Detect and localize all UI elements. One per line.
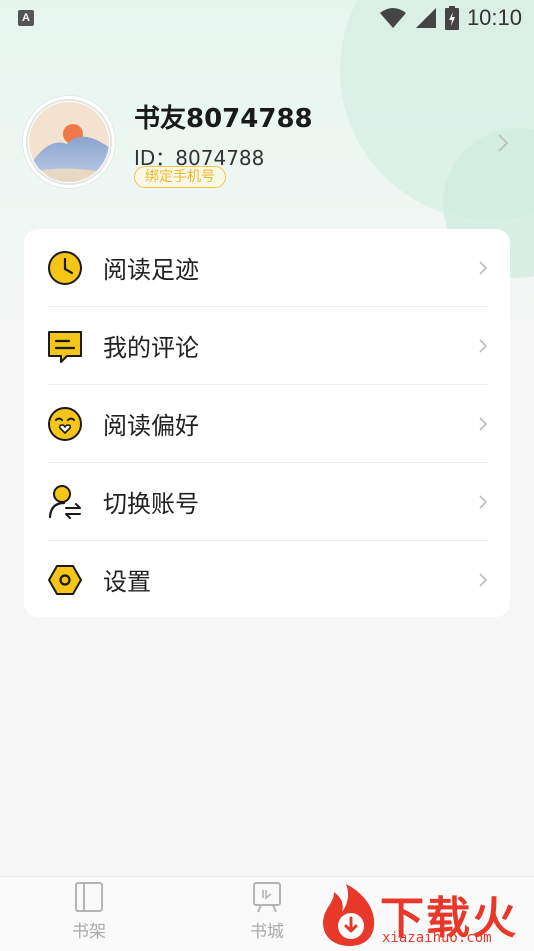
profile-header[interactable]: 书友8074788 ID：8074788 绑定手机号 [0, 90, 534, 200]
menu-item-settings[interactable]: 设置 [24, 541, 510, 618]
menu-item-label: 阅读足迹 [103, 256, 199, 284]
switch-account-icon [48, 484, 81, 519]
bind-phone-button[interactable]: 绑定手机号 [134, 166, 226, 188]
nav-label: 书城 [250, 922, 284, 942]
avatar[interactable] [23, 96, 115, 188]
settings-icon [48, 564, 82, 595]
battery-icon [444, 6, 459, 30]
menu-card: 阅读足迹 我的评论 阅读偏好 切换账号 设置 [24, 229, 510, 617]
chevron-right-icon [479, 260, 488, 275]
username: 书友8074788 [134, 104, 313, 134]
status-indicators: 10:10 [379, 4, 522, 32]
chevron-right-icon [479, 338, 488, 353]
watermark: 下载火 xiazaihuo.com [318, 880, 534, 950]
chevron-right-icon [479, 494, 488, 509]
menu-item-label: 切换账号 [103, 490, 199, 518]
avatar-image [26, 99, 112, 185]
menu-item-reading-preference[interactable]: 阅读偏好 [24, 385, 510, 462]
menu-item-my-comments[interactable]: 我的评论 [24, 307, 510, 384]
notification-icon: A [18, 10, 34, 26]
clock-icon [48, 250, 82, 285]
signal-icon [415, 8, 436, 28]
bookshelf-icon [75, 882, 103, 912]
status-time: 10:10 [466, 5, 522, 30]
nav-tab-bookshelf[interactable]: 书架 [49, 877, 129, 947]
menu-item-reading-history[interactable]: 阅读足迹 [24, 229, 510, 306]
comment-icon [48, 330, 82, 363]
menu-item-label: 设置 [103, 568, 151, 596]
smiley-icon [48, 406, 82, 441]
menu-item-switch-account[interactable]: 切换账号 [24, 463, 510, 540]
menu-item-label: 我的评论 [103, 334, 199, 362]
chevron-right-icon [479, 572, 488, 587]
watermark-url: xiazaihuo.com [382, 930, 492, 946]
chevron-right-icon [479, 416, 488, 431]
nav-label: 书架 [72, 922, 106, 942]
nav-tab-bookstore[interactable]: 书城 [227, 877, 307, 947]
menu-item-label: 阅读偏好 [103, 412, 199, 440]
status-bar: A 10:10 [0, 0, 534, 36]
flame-logo-icon [323, 884, 375, 946]
bookstore-icon [253, 882, 281, 913]
wifi-icon [379, 8, 406, 28]
chevron-right-icon[interactable] [496, 132, 510, 154]
